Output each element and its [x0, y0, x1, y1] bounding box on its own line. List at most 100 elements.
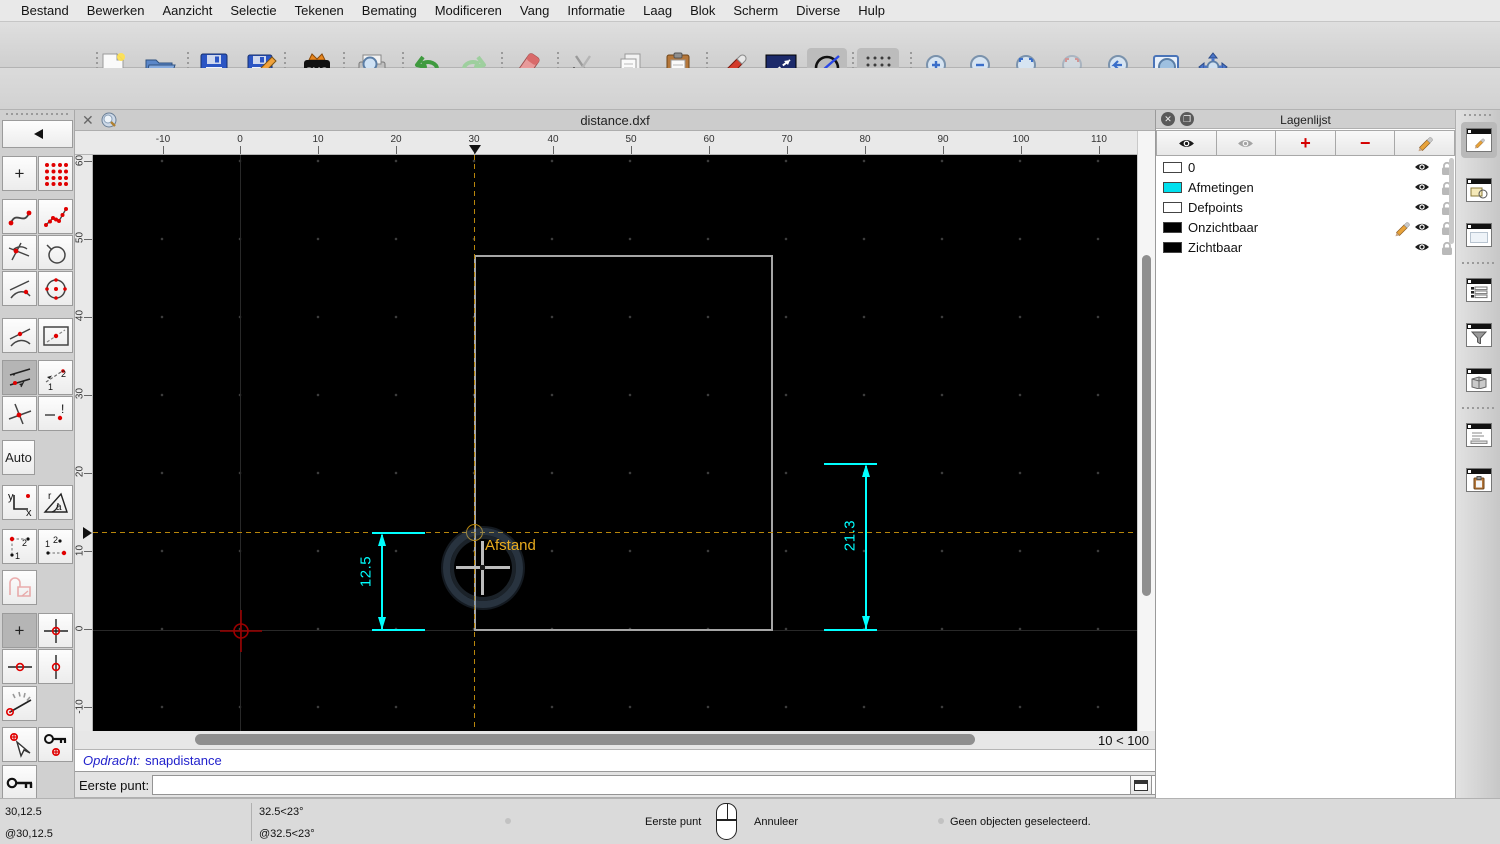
coordinate-polar-button[interactable]: ra: [38, 485, 73, 520]
angle-gauge-button[interactable]: [2, 686, 37, 721]
layer-visibility-icon[interactable]: [1414, 201, 1430, 213]
layer-color-swatch[interactable]: [1163, 202, 1182, 213]
back-arrow-icon: [33, 129, 43, 139]
menu-laag[interactable]: Laag: [634, 3, 681, 18]
h-tick-label: 80: [859, 134, 871, 145]
vertical-scrollbar[interactable]: [1137, 131, 1155, 731]
relative-corner-button[interactable]: 12: [2, 529, 37, 564]
snap-free-button[interactable]: +: [2, 156, 37, 191]
filter-widget-button[interactable]: [1461, 317, 1497, 353]
menu-scherm[interactable]: Scherm: [724, 3, 787, 18]
palette-back-button[interactable]: [2, 120, 73, 148]
set-relative-zero-button[interactable]: [2, 765, 37, 800]
menu-bewerken[interactable]: Bewerken: [78, 3, 154, 18]
menu-vang[interactable]: Vang: [511, 3, 558, 18]
snap-on-entity-button[interactable]: [38, 199, 73, 234]
lock-relative-zero-button[interactable]: [38, 727, 73, 762]
status-dot: [938, 818, 944, 824]
panel-detach-button[interactable]: ❐: [1180, 112, 1194, 126]
horizontal-scrollbar-thumb[interactable]: [195, 734, 975, 745]
blank-widget-button[interactable]: [1461, 217, 1497, 253]
key-icon: [6, 777, 32, 788]
command-input[interactable]: [152, 775, 1201, 795]
layer-color-swatch[interactable]: [1163, 222, 1182, 233]
mouse-right-hint: Annuleer: [754, 816, 799, 828]
layer-color-swatch[interactable]: [1163, 182, 1182, 193]
layer-color-swatch[interactable]: [1163, 242, 1182, 253]
library-widget-button[interactable]: [1461, 362, 1497, 398]
vertical-ruler: 60 50 40 30 20 10 0 -10: [75, 155, 93, 731]
clipboard-widget-icon: [1466, 468, 1492, 492]
restrict-nothing-button[interactable]: +: [2, 613, 37, 648]
layer-row-afmetingen[interactable]: Afmetingen: [1156, 178, 1455, 198]
menu-informatie[interactable]: Informatie: [558, 3, 634, 18]
dim-right-line: [865, 466, 867, 629]
relative-horizontal-icon: 12: [45, 535, 66, 555]
menu-bestand[interactable]: Bestand: [12, 3, 78, 18]
palette-auto-button[interactable]: Auto: [2, 440, 35, 475]
command-widget-icon: [1466, 423, 1492, 447]
menu-aanzicht[interactable]: Aanzicht: [154, 3, 222, 18]
add-layer-button[interactable]: +: [1276, 130, 1336, 156]
snap-reference-icon: [42, 325, 69, 346]
layer-row-zichtbaar[interactable]: Zichtbaar: [1156, 238, 1455, 258]
layer-visibility-icon[interactable]: [1414, 241, 1430, 253]
relative-horizontal-button[interactable]: 12: [38, 529, 73, 564]
layer-list-widget-button[interactable]: [1461, 272, 1497, 308]
layer-list-scrollbar[interactable]: [1449, 158, 1454, 244]
snap-tangent-button[interactable]: [2, 271, 37, 306]
restrict-orthogonal-button[interactable]: [38, 613, 73, 648]
snap-distance-button[interactable]: [2, 360, 37, 395]
restrict-vertical-icon: [51, 654, 60, 679]
pick-relative-zero-button[interactable]: [2, 727, 37, 762]
snap-endpoints-button[interactable]: [2, 199, 37, 234]
restrict-vertical-button[interactable]: [38, 649, 73, 684]
snap-middle-button[interactable]: [2, 318, 37, 353]
snap-distance-manual-button[interactable]: 12: [38, 360, 73, 395]
dock-drag-handle[interactable]: [1464, 114, 1494, 116]
menu-blok[interactable]: Blok: [681, 3, 724, 18]
dim-right-bottom-tick: [824, 629, 877, 631]
clipboard-widget-button[interactable]: [1461, 462, 1497, 498]
coordinate-cartesian-button[interactable]: yx: [2, 485, 37, 520]
snap-intersection-manual-button[interactable]: [2, 396, 37, 431]
snap-tangent-icon: [9, 279, 31, 298]
layer-visibility-icon[interactable]: [1414, 221, 1430, 233]
edit-layer-button[interactable]: [1395, 130, 1455, 156]
hide-all-layers-button[interactable]: [1216, 130, 1277, 156]
snap-center-button[interactable]: [38, 271, 73, 306]
layer-visibility-icon[interactable]: [1414, 181, 1430, 193]
snap-reference-button[interactable]: [38, 318, 73, 353]
h-tick-label: 20: [390, 134, 402, 145]
command-widget-button[interactable]: [1461, 417, 1497, 453]
layer-row-0[interactable]: 0: [1156, 158, 1455, 178]
pen-widget-button[interactable]: [1461, 122, 1497, 158]
menu-modificeren[interactable]: Modificeren: [426, 3, 511, 18]
layer-row-defpoints[interactable]: Defpoints: [1156, 198, 1455, 218]
menu-hulp[interactable]: Hulp: [849, 3, 894, 18]
palette-drag-handle[interactable]: [6, 113, 68, 115]
menu-diverse[interactable]: Diverse: [787, 3, 849, 18]
menu-bemating[interactable]: Bemating: [353, 3, 426, 18]
snap-grid-button[interactable]: [38, 156, 73, 191]
drawing-canvas[interactable]: 12.5 21.3 Afstand: [93, 155, 1137, 731]
menu-tekenen[interactable]: Tekenen: [286, 3, 353, 18]
layer-visibility-icon[interactable]: [1414, 161, 1430, 173]
menu-selectie[interactable]: Selectie: [221, 3, 285, 18]
block-widget-button[interactable]: [1461, 172, 1497, 208]
layer-row-onzichtbaar[interactable]: Onzichtbaar: [1156, 218, 1455, 238]
vertical-scrollbar-thumb[interactable]: [1142, 255, 1151, 596]
horizontal-scrollbar[interactable]: 10 < 100: [75, 731, 1155, 750]
snap-entity-circle-button[interactable]: [38, 235, 73, 270]
panel-close-button[interactable]: ✕: [1161, 112, 1175, 126]
restrict-horizontal-button[interactable]: [2, 649, 37, 684]
command-window-button[interactable]: [1130, 775, 1152, 795]
snap-intersection-button[interactable]: [2, 235, 37, 270]
layer-color-swatch[interactable]: [1163, 162, 1182, 173]
svg-text:y: y: [8, 491, 14, 503]
snap-restrict-button[interactable]: !: [38, 396, 73, 431]
restrict-disabled-button[interactable]: [2, 570, 37, 605]
show-all-layers-button[interactable]: [1156, 130, 1217, 156]
remove-layer-button[interactable]: −: [1335, 130, 1396, 156]
snap-center-icon: [44, 277, 67, 300]
